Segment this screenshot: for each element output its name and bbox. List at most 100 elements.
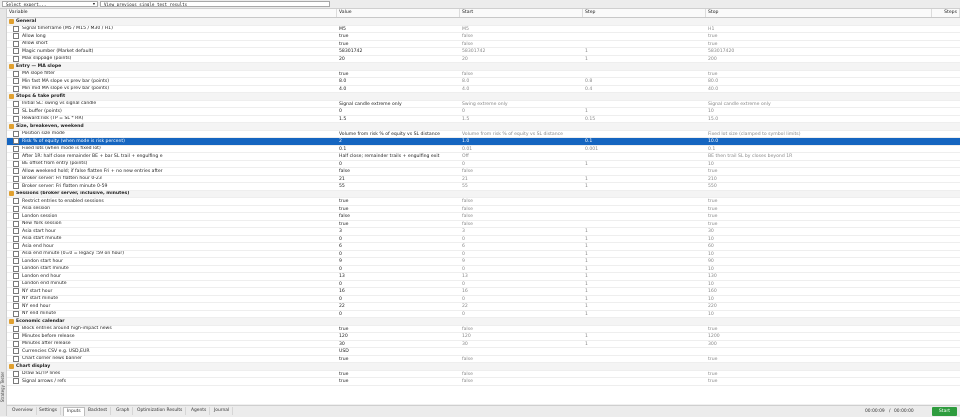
stop-cell[interactable]: true (706, 168, 960, 175)
col-header-step[interactable]: Step (583, 9, 706, 17)
input-row[interactable]: Min fast MA slope vs prev bar (points) 8.… (7, 78, 960, 86)
value-cell[interactable]: true (337, 198, 460, 205)
start-cell[interactable]: 0 (460, 281, 583, 288)
input-row[interactable]: Minutes before release 120 120 1 1200 (7, 333, 960, 341)
start-cell[interactable]: Volume from risk % of equity vs SL dista… (460, 131, 583, 138)
step-cell[interactable] (583, 206, 706, 213)
stop-cell[interactable]: 90 (706, 258, 960, 265)
start-cell[interactable]: false (460, 221, 583, 228)
section-row[interactable]: Chart display (7, 363, 960, 371)
input-row[interactable]: Broker server: Fri flatten hour 0-23 21 21… (7, 175, 960, 183)
tab-settings[interactable]: Settings (36, 407, 62, 415)
value-cell[interactable]: 16 (337, 288, 460, 295)
stop-cell[interactable]: 10 (706, 161, 960, 168)
stop-cell[interactable]: 10.0 (706, 138, 960, 145)
value-cell[interactable]: 1.5 (337, 116, 460, 123)
value-cell[interactable]: 0 (337, 251, 460, 258)
optimize-checkbox[interactable] (13, 250, 19, 257)
step-cell[interactable]: 1 (583, 341, 706, 348)
step-cell[interactable]: 1 (583, 333, 706, 340)
tester-sidebar[interactable]: Strategy Tester (0, 9, 7, 416)
input-row[interactable]: SL buffer (points) 0 0 1 10 (7, 108, 960, 116)
value-cell[interactable]: 0.1 (337, 146, 460, 153)
step-cell[interactable]: 1 (583, 273, 706, 280)
step-cell[interactable]: 0.15 (583, 116, 706, 123)
optimize-checkbox[interactable] (13, 153, 19, 160)
step-cell[interactable] (583, 168, 706, 175)
input-row[interactable]: Block entries around high-impact news tru… (7, 325, 960, 333)
start-cell[interactable]: false (460, 206, 583, 213)
stop-cell[interactable]: 300 (706, 341, 960, 348)
value-cell[interactable]: 9 (337, 258, 460, 265)
stop-cell[interactable]: Fixed lot size (clamped to symbol limits… (706, 131, 960, 138)
stop-cell[interactable]: true (706, 71, 960, 78)
step-cell[interactable] (583, 33, 706, 40)
start-cell[interactable]: 16 (460, 288, 583, 295)
start-cell[interactable]: 8.0 (460, 78, 583, 85)
stop-cell[interactable]: 10 (706, 266, 960, 273)
input-row[interactable]: MA slope filter true false true (7, 70, 960, 78)
optimize-checkbox[interactable] (13, 370, 19, 377)
value-cell[interactable]: 0 (337, 311, 460, 318)
start-cell[interactable]: 0 (460, 311, 583, 318)
value-cell[interactable]: 21 (337, 176, 460, 183)
value-cell[interactable]: Volume from risk % of equity vs SL dista… (337, 131, 460, 138)
start-cell[interactable]: 20 (460, 56, 583, 63)
start-cell[interactable]: false (460, 326, 583, 333)
step-cell[interactable]: 0.1 (583, 138, 706, 145)
input-row[interactable]: Broker server: Fri flatten minute 0-59 55… (7, 183, 960, 191)
start-cell[interactable]: false (460, 356, 583, 363)
start-cell[interactable]: 0 (460, 108, 583, 115)
input-row[interactable]: Minutes after release 30 30 1 300 (7, 340, 960, 348)
value-cell[interactable]: USD (337, 348, 460, 355)
stop-cell[interactable]: true (706, 378, 960, 385)
col-header-variable[interactable]: Variable (7, 9, 337, 17)
stop-cell[interactable]: 210 (706, 176, 960, 183)
input-row[interactable]: London session false false true (7, 213, 960, 221)
value-cell[interactable]: true (337, 371, 460, 378)
tab-journal[interactable]: Journal (211, 407, 234, 415)
value-cell[interactable]: true (337, 206, 460, 213)
start-cell[interactable]: 3 (460, 228, 583, 235)
optimize-checkbox[interactable] (13, 288, 19, 295)
step-cell[interactable]: 1 (583, 161, 706, 168)
start-cell[interactable] (460, 348, 583, 355)
start-cell[interactable]: false (460, 371, 583, 378)
step-cell[interactable]: 0.8 (583, 78, 706, 85)
stop-cell[interactable]: 10 (706, 281, 960, 288)
optimize-checkbox[interactable] (13, 115, 19, 122)
value-cell[interactable]: Half close; remainder trails + engulfing… (337, 153, 460, 160)
step-cell[interactable]: 1 (583, 183, 706, 190)
optimize-checkbox[interactable] (13, 205, 19, 212)
start-cell[interactable]: false (460, 168, 583, 175)
value-cell[interactable]: false (337, 213, 460, 220)
input-row[interactable]: NY start hour 16 16 1 160 (7, 288, 960, 296)
value-cell[interactable]: 0 (337, 266, 460, 273)
optimize-checkbox[interactable] (13, 183, 19, 190)
start-cell[interactable]: 21 (460, 176, 583, 183)
tab-backtest[interactable]: Backtest (85, 407, 112, 415)
input-row[interactable]: Position size mode Volume from risk % of … (7, 130, 960, 138)
stop-cell[interactable]: 10 (706, 311, 960, 318)
input-row[interactable]: Fixed lots (when mode is fixed lot) 0.1 0.… (7, 145, 960, 153)
optimize-checkbox[interactable] (13, 325, 19, 332)
input-row[interactable]: Draw SL/TP lines true false true (7, 370, 960, 378)
stop-cell[interactable]: true (706, 206, 960, 213)
input-row[interactable]: Min mid MA slope vs prev bar (points) 4.0… (7, 85, 960, 93)
start-cell[interactable]: Off (460, 153, 583, 160)
section-row[interactable]: Size, breakeven, weekend (7, 123, 960, 131)
optimize-checkbox[interactable] (13, 175, 19, 182)
input-row[interactable]: Currencies CSV e.g. USD,EUR USD (7, 348, 960, 356)
stop-cell[interactable]: 160 (706, 288, 960, 295)
step-cell[interactable]: 1 (583, 108, 706, 115)
step-cell[interactable]: 1 (583, 258, 706, 265)
input-row[interactable]: After 1R: half close remainder BE + bar … (7, 153, 960, 161)
stop-cell[interactable]: true (706, 371, 960, 378)
stop-cell[interactable]: 550 (706, 183, 960, 190)
stop-cell[interactable]: 10 (706, 236, 960, 243)
stop-cell[interactable]: 0.1 (706, 146, 960, 153)
stop-cell[interactable]: 220 (706, 303, 960, 310)
value-cell[interactable]: 0 (337, 281, 460, 288)
input-row[interactable]: NY start minute 0 0 1 10 (7, 295, 960, 303)
start-cell[interactable]: 30 (460, 341, 583, 348)
